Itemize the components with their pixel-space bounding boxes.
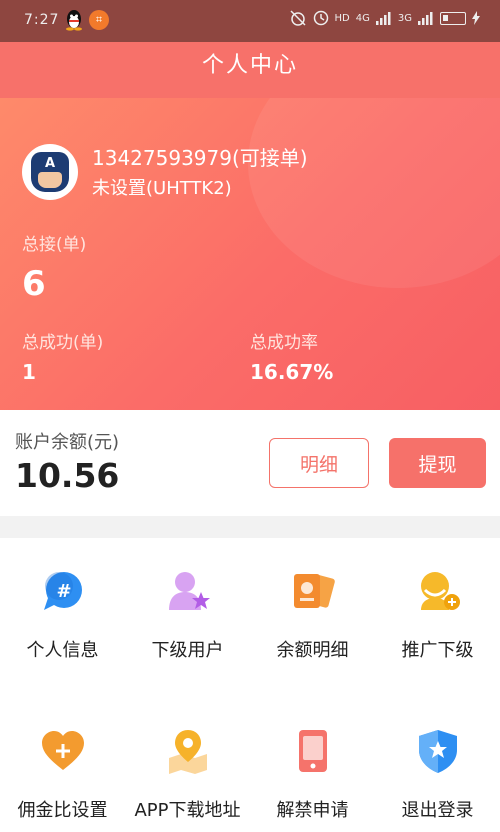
- page-title: 个人中心: [201, 53, 298, 78]
- menu-item-promote[interactable]: 推广下级: [375, 538, 500, 661]
- user-star-icon: [169, 572, 210, 610]
- user-phone-status: 13427593979(可接单): [92, 146, 308, 170]
- balance-amount: 10.56: [15, 456, 120, 495]
- chat-hash-icon: #: [44, 572, 82, 610]
- signal-icon-2: [418, 11, 433, 25]
- menu-item-personal-info[interactable]: # 个人信息: [0, 538, 125, 661]
- decor-circle: [248, 98, 500, 288]
- menu-item-label: 解禁申请: [276, 800, 349, 821]
- charging-icon: [472, 11, 480, 25]
- heart-plus-icon: [42, 731, 84, 770]
- phone-icon: [299, 730, 327, 772]
- svg-text:#: #: [56, 581, 71, 602]
- hd-label: HD: [334, 12, 350, 24]
- user-add-icon: [421, 572, 460, 610]
- menu-item-subordinate-users[interactable]: 下级用户: [125, 538, 250, 661]
- menu-item-logout[interactable]: 退出登录: [375, 698, 500, 821]
- status-icons: HD 4G 3G 2: [289, 10, 480, 26]
- menu-item-balance-detail[interactable]: 余额明细: [250, 538, 375, 661]
- menu-item-commission-settings[interactable]: 佣金比设置: [0, 698, 125, 821]
- menu-item-label: 余额明细: [276, 640, 349, 661]
- map-pin-icon: [169, 730, 207, 774]
- qq-icon: [66, 10, 82, 31]
- menu-item-label: 推广下级: [401, 640, 474, 661]
- success-rate-value: 16.67%: [250, 360, 334, 384]
- captain-america-icon: A: [31, 152, 69, 192]
- total-orders-value: 6: [22, 264, 46, 304]
- network-label: 4G: [355, 12, 370, 24]
- menu-item-label: APP下载地址: [134, 800, 241, 821]
- menu-item-app-download[interactable]: APP下载地址: [125, 698, 250, 821]
- user-nickname: 未设置(UHTTK2): [92, 178, 232, 199]
- cards-icon: [294, 574, 335, 608]
- balance-label: 账户余额(元): [15, 432, 120, 453]
- app-notification-icon: ⌗: [89, 10, 109, 30]
- menu-item-label: 佣金比设置: [17, 800, 108, 821]
- shield-star-icon: [419, 730, 457, 773]
- status-bar: 7:27 ⌗ HD 4G 3G 2: [0, 0, 500, 42]
- success-orders-label: 总成功(单): [22, 333, 104, 353]
- menu-item-unban-request[interactable]: 解禁申请: [250, 698, 375, 821]
- success-orders-value: 1: [22, 360, 36, 384]
- network2-label: 3G: [397, 12, 412, 24]
- page-header: 个人中心: [0, 42, 500, 98]
- battery-icon: [440, 11, 466, 25]
- menu-item-label: 下级用户: [151, 640, 224, 661]
- avatar[interactable]: A: [22, 144, 78, 200]
- total-orders-label: 总接(单): [22, 235, 87, 255]
- menu-item-label: 退出登录: [401, 800, 474, 821]
- signal-icon: [375, 11, 391, 25]
- balance-section: 账户余额(元) 10.56 明细 提现: [0, 410, 500, 516]
- menu-grid: # 个人信息 下级用户 余额明细 推广下级 佣金比设置 APP下载地址 解禁申请…: [0, 538, 500, 832]
- profile-card: A 13427593979(可接单) 未设置(UHTTK2) 总接(单) 6 总…: [0, 98, 500, 410]
- withdraw-button[interactable]: 提现: [389, 438, 486, 488]
- status-time: 7:27: [24, 12, 60, 28]
- alarm-off-icon: [289, 10, 306, 26]
- success-rate-label: 总成功率: [250, 333, 318, 353]
- menu-item-label: 个人信息: [26, 640, 99, 661]
- clock-icon: [313, 10, 328, 26]
- detail-button[interactable]: 明细: [269, 438, 369, 488]
